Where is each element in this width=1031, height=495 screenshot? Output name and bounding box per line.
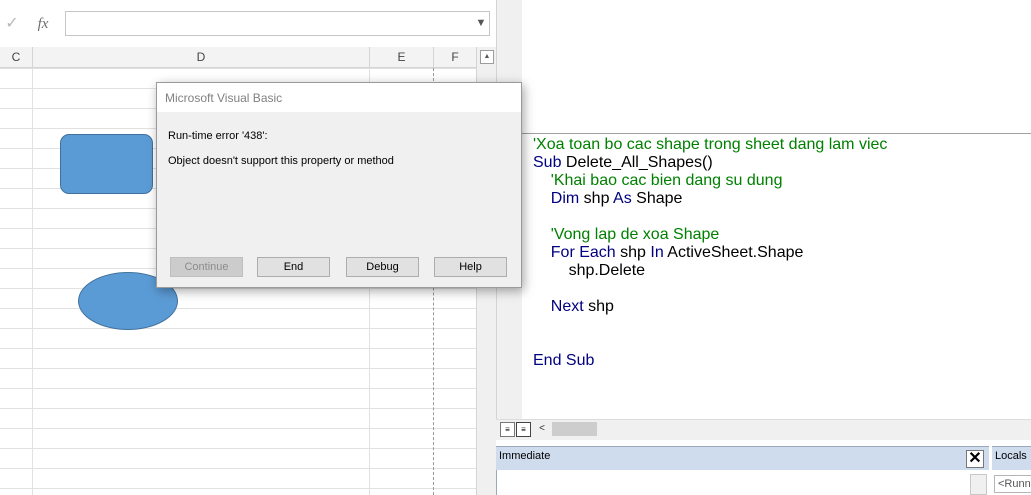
insert-function-icon[interactable]: fx <box>28 12 58 36</box>
code-keyword: In <box>650 244 664 261</box>
code-keyword: Next <box>550 298 584 315</box>
procedure-view-icon[interactable]: ≡ <box>500 422 515 437</box>
horizontal-scroll-thumb[interactable] <box>552 422 597 436</box>
full-module-view-icon[interactable]: ≡ <box>516 422 531 437</box>
code-window-footer: ≡ ≡ < <box>496 419 1031 440</box>
code-text: ActiveSheet.Shape <box>663 244 804 261</box>
code-text: shp.Delete <box>533 262 646 279</box>
code-comment: 'Vong lap de xoa Shape <box>533 226 720 243</box>
error-code-text: Run-time error '438': <box>168 130 268 142</box>
close-icon[interactable]: ✕ <box>966 450 984 468</box>
error-dialog: Microsoft Visual Basic Run-time error '4… <box>156 82 522 288</box>
code-keyword: Sub <box>533 154 562 171</box>
code-text: shp <box>579 190 614 207</box>
code-line[interactable] <box>533 280 1031 298</box>
check-icon[interactable]: ✓ <box>0 12 24 36</box>
end-button[interactable]: End <box>257 257 330 277</box>
code-keyword: For Each <box>550 244 616 261</box>
code-line[interactable]: For Each shp In ActiveSheet.Shape <box>533 244 1031 262</box>
code-line[interactable]: Next shp <box>533 298 1031 316</box>
dialog-titlebar[interactable]: Microsoft Visual Basic <box>157 83 521 112</box>
immediate-window-title: Immediate <box>499 450 551 462</box>
scroll-up-icon[interactable]: ▲ <box>480 50 494 64</box>
code-text: shp <box>615 244 651 261</box>
formula-bar: ✓ fx ▼ <box>0 0 496 48</box>
code-text: Shape <box>631 190 683 207</box>
rounded-rectangle-shape[interactable] <box>60 134 153 194</box>
formula-input[interactable] <box>65 11 490 36</box>
code-keyword: Dim <box>550 190 580 207</box>
code-text: Delete_All_Shapes() <box>561 154 713 171</box>
code-text: shp <box>583 298 614 315</box>
immediate-window-input[interactable] <box>496 470 989 495</box>
code-line[interactable]: Dim shp As Shape <box>533 190 1031 208</box>
code-line[interactable]: 'Vong lap de xoa Shape <box>533 226 1031 244</box>
code-split-line <box>522 133 1031 134</box>
locals-window: <Runn <box>992 470 1031 495</box>
chevron-down-icon[interactable]: ▼ <box>472 11 490 36</box>
locals-window-titlebar: Locals <box>992 446 1031 470</box>
code-editor[interactable]: 'Xoa toan bo cac shape trong sheet dang … <box>533 136 1031 370</box>
code-line[interactable]: 'Xoa toan bo cac shape trong sheet dang … <box>533 136 1031 154</box>
code-keyword: As <box>613 190 632 207</box>
code-line[interactable] <box>533 208 1031 226</box>
column-header-d[interactable]: D <box>33 47 370 67</box>
help-button[interactable]: Help <box>434 257 507 277</box>
code-line[interactable]: Sub Delete_All_Shapes() <box>533 154 1031 172</box>
debug-button[interactable]: Debug <box>346 257 419 277</box>
error-message-text: Object doesn't support this property or … <box>168 155 394 167</box>
code-line[interactable] <box>533 334 1031 352</box>
immediate-window-titlebar: Immediate ✕ <box>496 446 989 470</box>
code-comment: 'Xoa toan bo cac shape trong sheet dang … <box>533 136 888 153</box>
scroll-left-icon[interactable]: < <box>536 422 548 436</box>
locals-context-field[interactable]: <Runn <box>994 475 1031 493</box>
column-header-e[interactable]: E <box>370 47 434 67</box>
code-line[interactable]: 'Khai bao cac bien dang su dung <box>533 172 1031 190</box>
locals-window-title: Locals <box>995 450 1027 462</box>
immediate-scrollbar[interactable] <box>970 474 987 495</box>
column-header-c[interactable]: C <box>0 47 33 67</box>
code-keyword: End Sub <box>533 352 595 369</box>
continue-button[interactable]: Continue <box>170 257 243 277</box>
column-header-f[interactable]: F <box>434 47 476 67</box>
code-comment: 'Khai bao cac bien dang su dung <box>533 172 783 189</box>
dialog-title: Microsoft Visual Basic <box>165 91 283 105</box>
column-header-row: C D E F <box>0 47 476 68</box>
code-line[interactable]: End Sub <box>533 352 1031 370</box>
gridline <box>32 68 33 495</box>
code-line[interactable] <box>533 316 1031 334</box>
code-line[interactable]: shp.Delete <box>533 262 1031 280</box>
